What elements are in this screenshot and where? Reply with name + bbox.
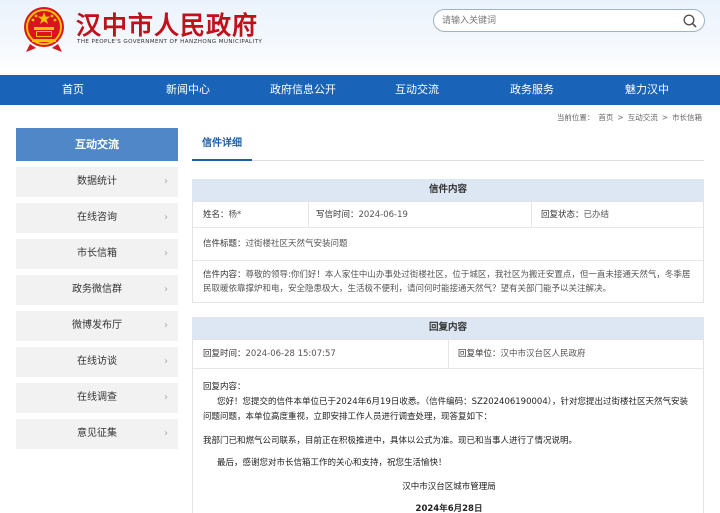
reply-meta-row: 回复时间：2024-06-28 15:07:57 回复单位：汉中市汉台区人民政府 bbox=[193, 340, 703, 369]
reply-section-title: 回复内容 bbox=[192, 317, 704, 339]
reply-paragraph-2: 我部门已和燃气公司联系，目前正在积极推进中，具体以公式为准。现已和当事人进行了情… bbox=[203, 436, 578, 446]
name-label: 姓名： bbox=[203, 210, 229, 220]
sidebar-item-wechat-groups[interactable]: 政务微信群 › bbox=[16, 275, 178, 305]
breadcrumb-separator: > bbox=[661, 113, 668, 122]
sidebar-item-mayor-mailbox[interactable]: 市长信箱 › bbox=[16, 239, 178, 269]
subject-label: 信件标题： bbox=[203, 239, 246, 249]
chevron-right-icon: › bbox=[164, 284, 168, 295]
sidebar-item-label: 在线咨询 bbox=[77, 212, 117, 223]
breadcrumb-mayor-mailbox[interactable]: 市长信箱 bbox=[672, 113, 702, 122]
reply-paragraph-1: 您好！您提交的信件本单位已于2024年6月19日收悉。（信件编码：SZ20240… bbox=[203, 397, 688, 422]
sidebar-item-label: 意见征集 bbox=[77, 428, 117, 439]
nav-services[interactable]: 政务服务 bbox=[510, 75, 554, 105]
sidebar-item-label: 在线调查 bbox=[77, 392, 117, 403]
breadcrumb-prefix: 当前位置： bbox=[556, 113, 595, 122]
nav-news[interactable]: 新闻中心 bbox=[166, 75, 210, 105]
chevron-right-icon: › bbox=[164, 392, 168, 403]
letter-subject: 过街楼社区天然气安装问题 bbox=[245, 239, 348, 249]
divider bbox=[448, 340, 449, 369]
sidebar-item-weibo-hall[interactable]: 微博发布厅 › bbox=[16, 311, 178, 341]
letter-body: 信件内容：尊敬的领导:你们好！本人家住中山办事处过街楼社区，位于城区，我社区为搬… bbox=[203, 268, 695, 296]
content-label: 信件内容： bbox=[203, 270, 246, 280]
chevron-right-icon: › bbox=[164, 212, 168, 223]
write-time-label: 写信时间： bbox=[316, 210, 359, 220]
tab-bar: 信件详细 bbox=[192, 128, 704, 161]
breadcrumb-home[interactable]: 首页 bbox=[598, 113, 613, 122]
chevron-right-icon: › bbox=[164, 176, 168, 187]
reply-time-label: 回复时间： bbox=[203, 349, 246, 359]
sidebar-item-label: 在线访谈 bbox=[77, 356, 117, 367]
site-subtitle: THE PEOPLE'S GOVERNMENT OF HANZHONG MUNI… bbox=[77, 39, 263, 45]
sidebar-item-label: 数据统计 bbox=[77, 176, 117, 187]
national-emblem-icon bbox=[24, 7, 64, 52]
writer-name: 杨* bbox=[228, 210, 242, 220]
chevron-right-icon: › bbox=[164, 428, 168, 439]
search-icon[interactable] bbox=[682, 13, 698, 29]
breadcrumb: 当前位置： 首页 > 互动交流 > 市长信箱 bbox=[553, 112, 702, 123]
chevron-right-icon: › bbox=[164, 356, 168, 367]
reply-signature: 汉中市汉台区城市管理局 bbox=[402, 482, 496, 492]
sidebar-item-online-survey[interactable]: 在线调查 › bbox=[16, 383, 178, 413]
breadcrumb-separator: > bbox=[617, 113, 624, 122]
letter-content: 尊敬的领导:你们好！本人家住中山办事处过街楼社区，位于城区，我社区为搬迁安置点，… bbox=[203, 270, 691, 294]
reply-status: 已办结 bbox=[583, 210, 610, 220]
sidebar: 互动交流 数据统计 › 在线咨询 › 市长信箱 › 政务微信群 › 微博发布厅 › 在线访… bbox=[16, 128, 178, 449]
reply-status-label: 回复状态： bbox=[541, 210, 584, 220]
divider bbox=[308, 202, 309, 228]
letter-meta-row: 姓名：杨* 写信时间：2024-06-19 回复状态：已办结 bbox=[193, 202, 703, 228]
nav-home[interactable]: 首页 bbox=[62, 75, 84, 105]
reply-content-label: 回复内容： bbox=[203, 382, 246, 392]
sidebar-item-opinion-collection[interactable]: 意见征集 › bbox=[16, 419, 178, 449]
reply-content-box: 回复时间：2024-06-28 15:07:57 回复单位：汉中市汉台区人民政府… bbox=[192, 339, 704, 513]
nav-charm-hanzhong[interactable]: 魅力汉中 bbox=[625, 75, 669, 105]
write-time: 2024-06-19 bbox=[358, 210, 408, 220]
chevron-right-icon: › bbox=[164, 248, 168, 259]
reply-paragraph-3: 最后，感谢您对市长信箱工作的关心和支持，祝您生活愉快！ bbox=[217, 458, 447, 468]
tab-letter-detail[interactable]: 信件详细 bbox=[192, 128, 252, 161]
site-header: 汉中市人民政府 THE PEOPLE'S GOVERNMENT OF HANZH… bbox=[0, 0, 720, 75]
nav-info-disclosure[interactable]: 政府信息公开 bbox=[270, 75, 336, 105]
main-nav: 首页 新闻中心 政府信息公开 互动交流 政务服务 魅力汉中 bbox=[0, 75, 720, 105]
sidebar-item-label: 政务微信群 bbox=[72, 284, 122, 295]
site-title[interactable]: 汉中市人民政府 bbox=[76, 6, 258, 42]
nav-interaction[interactable]: 互动交流 bbox=[395, 75, 439, 105]
reply-time: 2024-06-28 15:07:57 bbox=[245, 349, 336, 359]
sidebar-item-online-interview[interactable]: 在线访谈 › bbox=[16, 347, 178, 377]
search-box bbox=[433, 9, 705, 32]
sidebar-item-label: 微博发布厅 bbox=[72, 320, 122, 331]
search-input[interactable] bbox=[442, 13, 672, 28]
sidebar-item-online-consult[interactable]: 在线咨询 › bbox=[16, 203, 178, 233]
breadcrumb-interaction[interactable]: 互动交流 bbox=[628, 113, 658, 122]
sidebar-title: 互动交流 bbox=[16, 128, 178, 161]
letter-subject-row: 信件标题：过街楼社区天然气安装问题 bbox=[193, 228, 703, 261]
reply-unit: 汉中市汉台区人民政府 bbox=[500, 349, 586, 359]
letter-section-title: 信件内容 bbox=[192, 179, 704, 201]
divider bbox=[531, 202, 532, 228]
letter-content-box: 姓名：杨* 写信时间：2024-06-19 回复状态：已办结 信件标题：过街楼社… bbox=[192, 201, 704, 303]
sidebar-item-statistics[interactable]: 数据统计 › bbox=[16, 167, 178, 197]
reply-date: 2024年6月28日 bbox=[415, 504, 483, 513]
chevron-right-icon: › bbox=[164, 320, 168, 331]
reply-unit-label: 回复单位： bbox=[458, 349, 501, 359]
sidebar-item-label: 市长信箱 bbox=[77, 248, 117, 259]
